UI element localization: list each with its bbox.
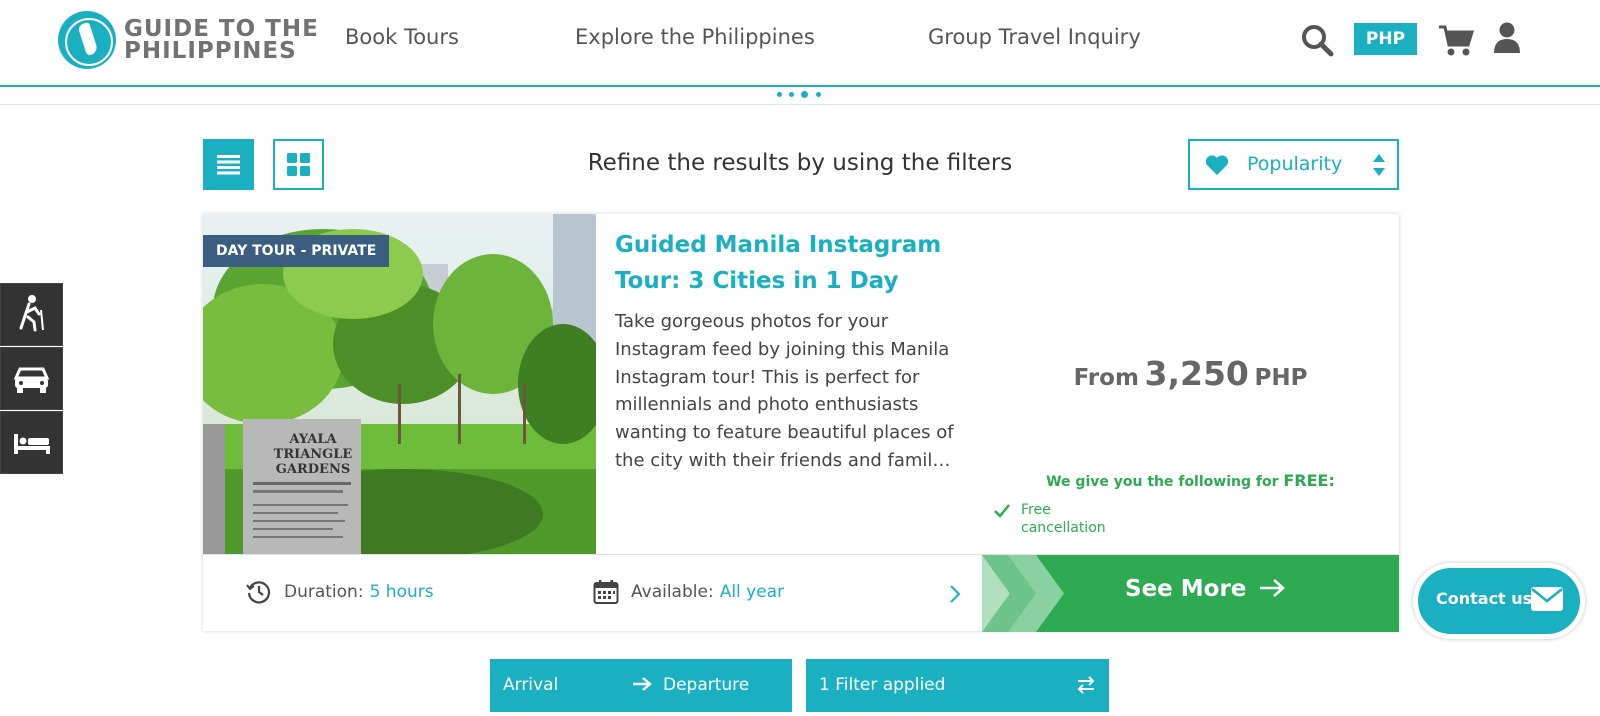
photo-sign-line: GARDENS (275, 462, 351, 477)
chevron-right-icon[interactable] (949, 584, 961, 604)
filters-button[interactable]: 1 Filter applied (806, 659, 1109, 712)
sort-label: Popularity (1247, 153, 1343, 175)
filters-applied-label: 1 Filter applied (819, 675, 946, 695)
calendar-icon (593, 580, 619, 604)
free-perk-label: Free cancellation (1021, 502, 1106, 536)
tour-type-badge: DAY TOUR - PRIVATE (203, 235, 390, 267)
see-more-button[interactable]: See More (982, 555, 1399, 632)
nav-explore-philippines[interactable]: Explore the Philippines (575, 25, 815, 49)
cart-icon[interactable] (1438, 24, 1475, 62)
arrow-right-icon (633, 677, 652, 691)
site-header: GUIDE TO THE PHILIPPINES Book Tours Expl… (0, 0, 1600, 87)
available-value: All year (719, 582, 785, 602)
sort-arrows-icon (1373, 154, 1385, 176)
search-icon[interactable] (1300, 23, 1334, 61)
duration-label: Duration: (284, 582, 364, 602)
available-label: Available: (631, 582, 714, 602)
price-from-label: From (1073, 365, 1139, 391)
departure-label: Departure (663, 675, 750, 695)
user-icon[interactable] (1494, 22, 1520, 58)
nav-group-travel-inquiry[interactable]: Group Travel Inquiry (928, 25, 1141, 49)
tour-title[interactable]: Guided Manila Instagram Tour: 3 Cities i… (615, 227, 955, 299)
price-amount: 3,250 (1144, 354, 1249, 393)
swap-arrows-icon (1077, 676, 1095, 694)
sort-dropdown[interactable]: Popularity (1188, 139, 1399, 190)
contact-us-label: Contact us (1436, 589, 1533, 608)
tour-photo[interactable]: AYALA TRIANGLE GARDENS DAY TOUR - PRIVAT… (203, 214, 596, 554)
free-perk-item: Free cancellation (993, 501, 1121, 537)
envelope-icon (1531, 587, 1563, 611)
bed-icon (14, 434, 50, 454)
car-icon (13, 367, 50, 393)
clock-history-icon (246, 581, 271, 604)
carousel-dots (0, 87, 1600, 105)
arrow-right-icon (1260, 579, 1286, 597)
tour-description: Take gorgeous photos for your Instagram … (615, 311, 954, 471)
price-currency: PHP (1254, 365, 1308, 391)
philippines-logo-icon (58, 11, 116, 69)
free-heading-text: We give you the following for (1046, 474, 1279, 490)
free-word: FREE: (1283, 471, 1335, 490)
carousel-dot[interactable] (777, 92, 782, 97)
tour-card[interactable]: AYALA TRIANGLE GARDENS DAY TOUR - PRIVAT… (203, 214, 1399, 632)
site-logo[interactable]: GUIDE TO THE PHILIPPINES (58, 11, 319, 69)
carousel-dot[interactable] (789, 92, 794, 97)
arrival-label: Arrival (503, 675, 559, 695)
see-more-label: See More (1125, 576, 1247, 602)
hiking-icon (19, 295, 44, 332)
check-icon (994, 504, 1010, 518)
photo-sign-line: AYALA (289, 432, 337, 447)
photo-sign-text: AYALA TRIANGLE GARDENS (273, 432, 353, 477)
heart-icon (1205, 155, 1229, 175)
tour-card-footer: Duration: 5 hours Available: All year Se (203, 554, 1399, 632)
sidebar-accommodation-button[interactable] (0, 411, 63, 474)
tour-availability: Available: All year (593, 579, 784, 605)
carousel-dot[interactable] (816, 92, 821, 97)
nav-book-tours[interactable]: Book Tours (345, 25, 459, 49)
contact-us-button[interactable]: Contact us (1413, 563, 1585, 639)
sidebar-transport-button[interactable] (0, 347, 63, 410)
duration-value: 5 hours (369, 582, 434, 602)
tour-price: From 3,250 PHP (983, 354, 1398, 393)
currency-selector[interactable]: PHP (1354, 23, 1417, 55)
sidebar-tours-button[interactable] (0, 283, 63, 346)
logo-line-1: GUIDE TO THE (124, 16, 319, 42)
tour-duration: Duration: 5 hours (246, 579, 434, 605)
free-perks-heading: We give you the following for FREE: (983, 471, 1398, 490)
photo-sign-line: TRIANGLE (273, 447, 353, 462)
logo-line-2: PHILIPPINES (124, 38, 297, 64)
arrival-departure-button[interactable]: Arrival Departure (490, 659, 792, 712)
carousel-dot-active[interactable] (801, 91, 808, 98)
